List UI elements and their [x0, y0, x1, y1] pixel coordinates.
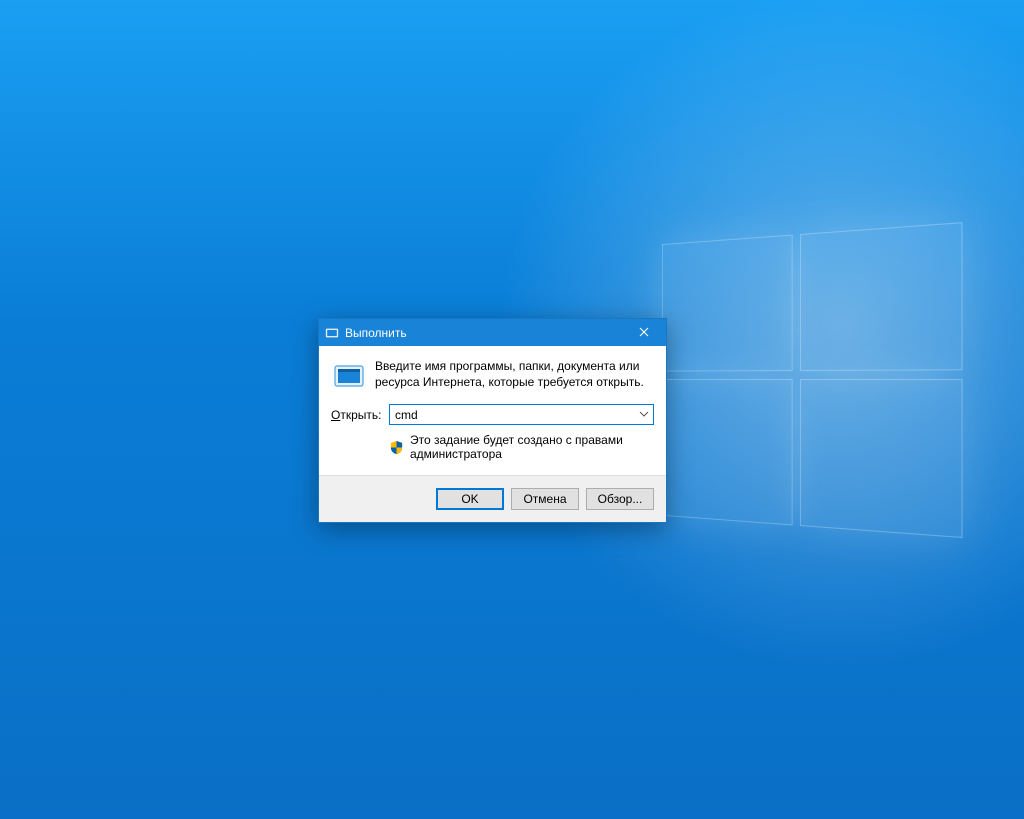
- admin-note-row: Это задание будет создано с правами адми…: [331, 433, 654, 461]
- dialog-title: Выполнить: [345, 326, 407, 340]
- button-bar: OK Отмена Обзор...: [319, 475, 666, 522]
- ok-button[interactable]: OK: [436, 488, 504, 510]
- open-input[interactable]: [395, 408, 639, 422]
- close-button[interactable]: [621, 319, 666, 346]
- admin-note-text: Это задание будет создано с правами адми…: [410, 433, 654, 461]
- run-dialog-window: Выполнить Введите имя программы, папки, …: [318, 318, 667, 523]
- run-app-icon: [333, 360, 365, 392]
- cancel-button[interactable]: Отмена: [511, 488, 579, 510]
- chevron-down-icon: [639, 408, 649, 422]
- close-icon: [639, 326, 649, 340]
- open-label: Открыть:: [331, 408, 389, 422]
- open-combobox[interactable]: [389, 404, 654, 425]
- browse-button[interactable]: Обзор...: [586, 488, 654, 510]
- titlebar[interactable]: Выполнить: [319, 319, 666, 346]
- dialog-description: Введите имя программы, папки, документа …: [375, 358, 654, 390]
- run-titlebar-icon: [325, 326, 339, 340]
- desktop-wallpaper: Выполнить Введите имя программы, папки, …: [0, 0, 1024, 819]
- windows-logo-icon: [662, 222, 960, 535]
- shield-icon: [389, 440, 404, 455]
- dialog-body: Введите имя программы, папки, документа …: [319, 346, 666, 475]
